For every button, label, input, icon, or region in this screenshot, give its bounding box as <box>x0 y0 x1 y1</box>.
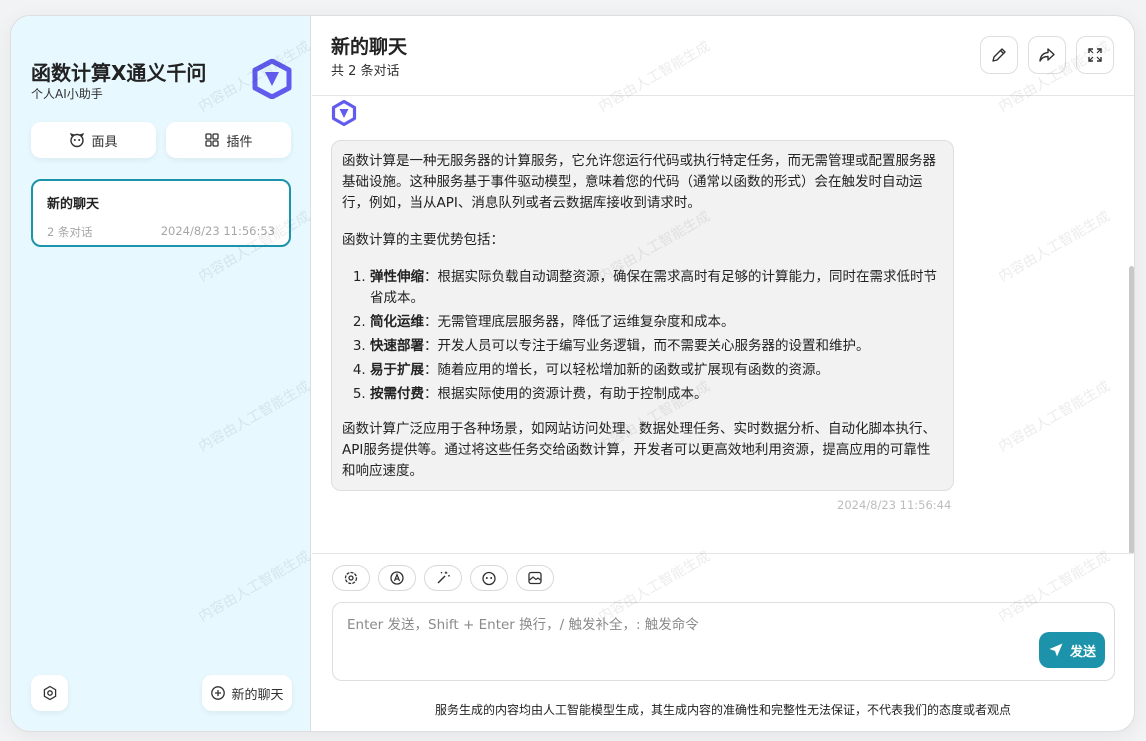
chat-list-item[interactable]: 新的聊天 2 条对话 2024/8/23 11:56:53 <box>31 179 291 247</box>
mask-button[interactable]: 面具 <box>31 122 156 158</box>
list-item: 弹性伸缩：根据实际负载自动调整资源，确保在需求高时有足够的计算能力，同时在需求低… <box>370 267 943 309</box>
list-item: 按需付费：根据实际使用的资源计费，有助于控制成本。 <box>370 384 943 405</box>
sidebar: 函数计算X通义千问 个人AI小助手 面具 插件 新的聊天 2 条对话 2024/… <box>11 16 311 731</box>
list-item: 易于扩展：随着应用的增长，可以轻松增加新的函数或扩展现有函数的资源。 <box>370 360 943 381</box>
list-item-desc: ：根据实际使用的资源计费，有助于控制成本。 <box>424 386 708 402</box>
add-icon <box>211 686 226 700</box>
assistant-message: 函数计算是一种无服务器的计算服务，它允许您运行代码或执行特定任务，而无需管理或配… <box>331 140 954 491</box>
list-item-term: 易于扩展 <box>370 362 424 378</box>
list-item-term: 快速部署 <box>370 338 424 354</box>
list-item-term: 弹性伸缩 <box>370 269 424 285</box>
mask-tool-button[interactable] <box>470 565 508 591</box>
advantages-list: 弹性伸缩：根据实际负载自动调整资源，确保在需求高时有足够的计算能力，同时在需求低… <box>342 267 943 405</box>
share-button[interactable] <box>1028 36 1066 74</box>
theme-button[interactable] <box>378 565 416 591</box>
chat-main: 新的聊天 共 2 条对话 函数计算是一种无服务器的计算服务，它允许您运行代码或执… <box>312 16 1134 731</box>
bot-avatar-icon <box>331 100 357 126</box>
plugin-button-label: 插件 <box>226 134 253 150</box>
mask-button-label: 面具 <box>91 134 118 150</box>
list-item: 快速部署：开发人员可以专注于编写业务逻辑，而不需要关心服务器的设置和维护。 <box>370 336 943 357</box>
magic-wand-icon <box>437 571 450 584</box>
list-item: 简化运维：无需管理底层服务器，降低了运维复杂度和成本。 <box>370 312 943 333</box>
app-title: 函数计算X通义千问 <box>31 61 207 85</box>
share-icon <box>1039 48 1055 62</box>
grid-icon <box>205 133 220 147</box>
chat-input-placeholder: Enter 发送，Shift + Enter 换行，/ 触发补全，: 触发命令 <box>347 617 699 633</box>
send-icon <box>1049 643 1063 657</box>
message-time: 2024/8/23 11:56:44 <box>837 498 952 512</box>
gear-icon <box>344 571 358 585</box>
edit-button[interactable] <box>980 36 1018 74</box>
pencil-icon <box>992 48 1006 62</box>
image-button[interactable] <box>516 565 554 591</box>
list-item-desc: ：开发人员可以专注于编写业务逻辑，而不需要关心服务器的设置和维护。 <box>424 338 870 354</box>
list-item-desc: ：无需管理底层服务器，降低了运维复杂度和成本。 <box>424 314 735 330</box>
chat-item-count: 2 条对话 <box>47 225 93 239</box>
settings-button[interactable] <box>31 675 68 711</box>
new-chat-label: 新的聊天 <box>231 687 284 703</box>
qwen-logo-icon <box>252 59 292 99</box>
disclaimer-text: 服务生成的内容均由人工智能模型生成，其生成内容的准确性和完整性无法保证，不代表我… <box>434 703 1011 717</box>
auto-theme-icon <box>390 571 404 585</box>
message-conclusion: 函数计算广泛应用于各种场景，如网站访问处理、数据处理任务、实时数据分析、自动化脚… <box>342 421 936 479</box>
list-item-term: 按需付费 <box>370 386 424 402</box>
fullscreen-button[interactable] <box>1076 36 1114 74</box>
new-chat-button[interactable]: 新的聊天 <box>202 675 292 711</box>
app-subtitle: 个人AI小助手 <box>31 87 103 101</box>
mask-icon <box>482 571 496 586</box>
prompt-button[interactable] <box>424 565 462 591</box>
message-intro: 函数计算是一种无服务器的计算服务，它允许您运行代码或执行特定任务，而无需管理或配… <box>342 153 936 211</box>
chat-item-time: 2024/8/23 11:56:53 <box>160 224 275 238</box>
send-button[interactable]: 发送 <box>1039 632 1105 668</box>
input-toolbar <box>332 565 554 591</box>
list-item-desc: ：根据实际负载自动调整资源，确保在需求高时有足够的计算能力，同时在需求低时节省成… <box>370 269 937 306</box>
chat-subtitle: 共 2 条对话 <box>331 64 400 79</box>
app-window: 函数计算X通义千问 个人AI小助手 面具 插件 新的聊天 2 条对话 2024/… <box>10 15 1135 732</box>
chat-item-title: 新的聊天 <box>47 197 100 212</box>
chat-input[interactable]: Enter 发送，Shift + Enter 换行，/ 触发补全，: 触发命令 … <box>332 602 1115 681</box>
fullscreen-icon <box>1088 48 1102 62</box>
chat-settings-button[interactable] <box>332 565 370 591</box>
send-button-label: 发送 <box>1069 644 1096 660</box>
settings-icon <box>43 685 56 701</box>
list-item-desc: ：随着应用的增长，可以轻松增加新的函数或扩展现有函数的资源。 <box>424 362 829 378</box>
list-item-term: 简化运维 <box>370 314 424 330</box>
scrollbar[interactable] <box>1129 266 1134 554</box>
plugin-button[interactable]: 插件 <box>166 122 291 158</box>
chat-header: 新的聊天 共 2 条对话 <box>312 16 1134 96</box>
message-advantages-heading: 函数计算的主要优势包括： <box>342 232 504 248</box>
chat-title: 新的聊天 <box>331 36 408 58</box>
image-icon <box>528 571 542 585</box>
input-panel: Enter 发送，Shift + Enter 换行，/ 触发补全，: 触发命令 … <box>312 553 1134 731</box>
mask-icon <box>70 132 85 148</box>
